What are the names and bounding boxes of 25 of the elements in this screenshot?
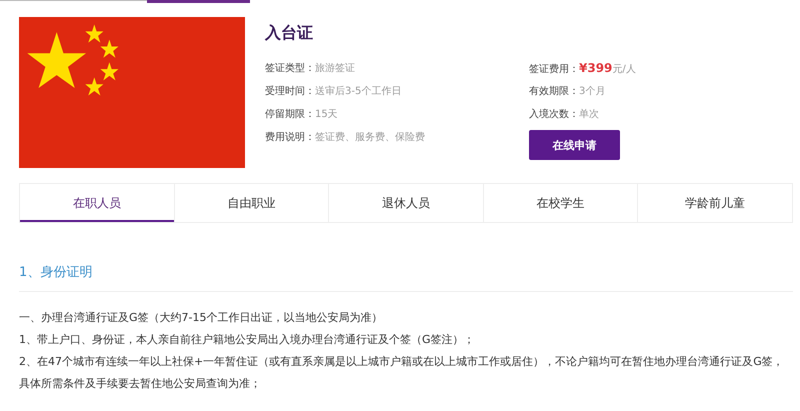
field-value: 签证费、服务费、保险费 <box>315 132 425 143</box>
paragraph: 2、在47个城市有连续一年以上社保+一年暂住证（或有直系亲属是以上城市户籍或在以上城市工作或居住），不论户籍均可在暂住地办理台湾通行证及G签，具体所需条件及手续要去暂住地公安局查询为准； <box>19 354 785 392</box>
field-value: 送审后3-5个工作日 <box>315 86 402 97</box>
tab[interactable]: 自由职业 <box>174 184 330 222</box>
field-value: 单次 <box>579 109 599 120</box>
field-value: 3个月 <box>579 86 606 97</box>
field-label: 入境次数： <box>529 109 579 120</box>
field-label: 有效期限： <box>529 86 579 97</box>
paragraph: 1、带上户口、身份证，本人亲自前往户籍地公安局出入境办理台湾通行证及个签（G签注）； <box>19 332 476 348</box>
field-value: ¥399元/人 <box>579 64 636 75</box>
field-label: 受理时间： <box>265 86 315 97</box>
field-value: 15天 <box>315 109 338 120</box>
visa-title: 入台证 <box>265 23 314 44</box>
field-label: 停留期限： <box>265 109 315 120</box>
tab[interactable]: 学龄前儿童 <box>638 184 792 222</box>
section-heading: 1、身份证明 <box>19 223 793 292</box>
field-label: 签证类型： <box>265 63 315 74</box>
paragraph: 一、办理台湾通行证及G签（大约7-15个工作日出证，以当地公安局为准） <box>19 310 384 326</box>
tab[interactable]: 退休人员 <box>329 184 484 222</box>
field-label: 费用说明： <box>265 132 315 143</box>
apply-online-button[interactable]: 在线申请 <box>529 130 620 160</box>
field-label: 签证费用： <box>529 64 579 75</box>
field-value: 旅游签证 <box>315 63 355 74</box>
tab[interactable]: 在职人员 <box>20 184 175 222</box>
tab[interactable]: 在校学生 <box>484 184 638 222</box>
